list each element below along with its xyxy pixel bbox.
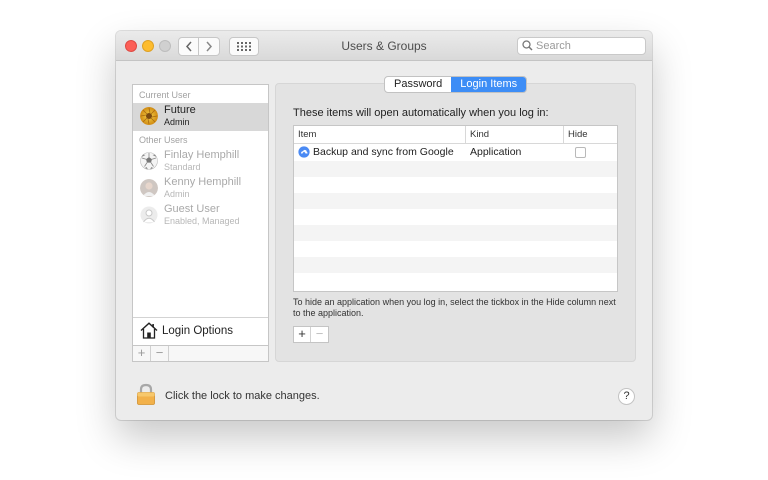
- help-button[interactable]: ?: [618, 388, 635, 405]
- title-bar: Users & Groups: [116, 31, 652, 61]
- table-row-empty: [294, 177, 617, 193]
- user-row-finlay[interactable]: Finlay Hemphill Standard: [133, 148, 268, 176]
- table-row-empty: [294, 209, 617, 225]
- lock-icon[interactable]: [136, 383, 156, 405]
- remove-login-item-button[interactable]: −: [311, 327, 328, 342]
- hide-hint-text: To hide an application when you log in, …: [293, 297, 616, 318]
- user-avatar-flower: [140, 107, 158, 125]
- back-button[interactable]: [178, 37, 199, 56]
- table-row[interactable]: Backup and sync from Google Application: [294, 145, 617, 161]
- kind-cell: Application: [470, 146, 522, 158]
- google-backup-sync-icon: [298, 146, 310, 158]
- search-field[interactable]: [517, 37, 646, 55]
- table-row-empty: [294, 193, 617, 209]
- tab-login-items[interactable]: Login Items: [451, 77, 527, 92]
- show-all-button[interactable]: [229, 37, 259, 56]
- forward-button[interactable]: [199, 37, 220, 56]
- search-icon: [522, 40, 533, 51]
- user-name: Finlay Hemphill: [164, 149, 240, 161]
- column-header-kind[interactable]: Kind: [466, 126, 564, 144]
- preferences-window: Users & Groups Current User Future Admin…: [116, 31, 652, 420]
- item-name: Backup and sync from Google: [313, 146, 454, 158]
- column-header-hide[interactable]: Hide: [564, 126, 617, 144]
- user-role: Admin: [164, 189, 190, 199]
- close-window-button[interactable]: [125, 40, 137, 52]
- item-cell: Backup and sync from Google: [298, 146, 454, 158]
- lock-label: Click the lock to make changes.: [165, 390, 320, 402]
- search-input[interactable]: [536, 38, 645, 54]
- remove-user-button[interactable]: −: [151, 346, 169, 361]
- tab-password[interactable]: Password: [385, 77, 451, 92]
- minimize-window-button[interactable]: [142, 40, 154, 52]
- table-row-empty: [294, 225, 617, 241]
- grid-icon: [237, 42, 251, 51]
- user-avatar-photo: [140, 179, 158, 197]
- column-header-item[interactable]: Item: [294, 126, 466, 144]
- user-role: Standard: [164, 162, 201, 172]
- table-row-empty: [294, 161, 617, 177]
- guest-icon: [140, 206, 158, 224]
- chevron-right-icon: [206, 41, 213, 52]
- login-items-table: Item Kind Hide Backup and sync from Goog…: [293, 125, 618, 292]
- table-row-empty: [294, 273, 617, 289]
- table-row-empty: [294, 241, 617, 257]
- hide-checkbox[interactable]: [575, 147, 586, 158]
- table-row-empty: [294, 257, 617, 273]
- user-role: Admin: [164, 117, 190, 127]
- sidebar-button-bar: + −: [132, 346, 269, 362]
- user-row-kenny[interactable]: Kenny Hemphill Admin: [133, 175, 268, 203]
- user-row-guest[interactable]: Guest User Enabled, Managed: [133, 202, 268, 230]
- zoom-window-button[interactable]: [159, 40, 171, 52]
- user-row-current[interactable]: Future Admin: [133, 103, 268, 131]
- table-header: Item Kind Hide: [294, 126, 617, 144]
- user-role: Enabled, Managed: [164, 216, 240, 226]
- current-user-label: Current User: [139, 90, 191, 100]
- add-login-item-button[interactable]: +: [294, 327, 312, 342]
- add-user-button[interactable]: +: [133, 346, 151, 361]
- other-users-label: Other Users: [139, 135, 188, 145]
- login-options-button[interactable]: Login Options: [133, 318, 268, 346]
- login-items-intro: These items will open automatically when…: [293, 107, 549, 119]
- login-item-buttons: + −: [293, 326, 329, 343]
- house-icon: [140, 322, 158, 339]
- user-name: Kenny Hemphill: [164, 176, 242, 188]
- users-list: Current User Future Admin Other Users Fi…: [132, 84, 269, 346]
- soccer-ball-icon: [140, 152, 158, 170]
- chevron-left-icon: [185, 41, 192, 52]
- user-name: Guest User: [164, 203, 220, 215]
- user-name: Future: [164, 104, 196, 116]
- login-options-label: Login Options: [162, 325, 233, 337]
- tab-bar: Password Login Items: [384, 76, 528, 93]
